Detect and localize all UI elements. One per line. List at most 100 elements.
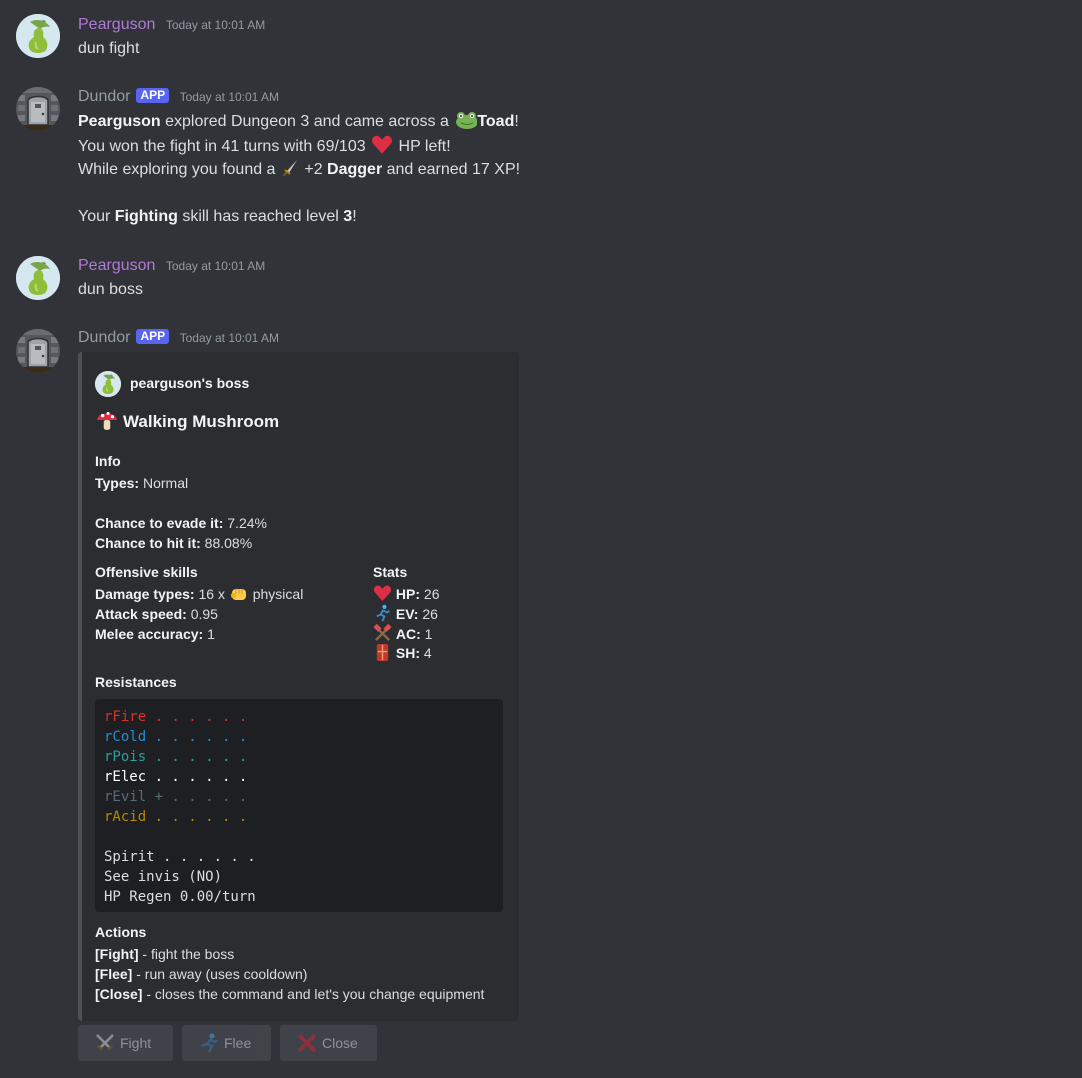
boss-name: Walking Mushroom <box>123 412 280 431</box>
monster-name: Toad <box>477 113 515 130</box>
door-avatar-icon[interactable] <box>16 329 60 373</box>
stats-header: Stats <box>373 562 407 582</box>
running-icon <box>201 1033 218 1053</box>
info-header: Info <box>95 451 121 471</box>
heart-icon <box>372 135 393 154</box>
value: 4 <box>420 645 432 661</box>
value: 1 <box>203 626 215 642</box>
author-name[interactable]: Dundor <box>78 329 130 346</box>
resistances-code-block: rFire . . . . . . rCold . . . . . . rPois … <box>95 699 503 912</box>
message: Pearguson Today at 10:01 AM dun fight <box>0 14 1082 64</box>
author-name[interactable]: Dundor <box>78 88 130 105</box>
text: +2 <box>299 161 328 178</box>
running-icon <box>376 604 390 622</box>
text: skill has reached level <box>177 208 344 225</box>
text: ! <box>352 208 357 225</box>
text: and earned 17 XP! <box>382 161 521 178</box>
pear-avatar-icon[interactable] <box>16 14 60 58</box>
label: SH: <box>395 645 421 661</box>
label: [Close] <box>95 986 143 1002</box>
label: HP: <box>395 586 421 602</box>
label: Melee accuracy: <box>95 626 204 642</box>
hit-row: Chance to hit it: 88.08% <box>95 533 252 553</box>
value: 16 x <box>194 586 229 602</box>
message-line: Pearguson explored Dungeon 3 and came ac… <box>78 110 519 132</box>
header-text: Stats <box>373 564 408 580</box>
label: Damage types: <box>95 586 195 602</box>
resist-evil: rEvil + . . . . . <box>104 789 248 805</box>
timestamp: Today at 10:01 AM <box>179 331 280 345</box>
header-text: Actions <box>95 924 147 940</box>
resistances-header: Resistances <box>95 672 177 692</box>
text: Your <box>78 208 115 225</box>
button-label: Close <box>322 1035 358 1051</box>
message-line: While exploring you found a +2 Dagger an… <box>78 158 520 180</box>
header-text: Info <box>95 453 121 469</box>
action-close-row: [Close] - closes the command and let's y… <box>95 984 484 1004</box>
accuracy-row: Melee accuracy: 1 <box>95 624 215 644</box>
label: Types: <box>95 475 140 491</box>
resist-elec: rElec . . . . . . <box>104 769 248 785</box>
text: While exploring you found a <box>78 161 280 178</box>
label: Chance to evade it: <box>95 515 224 531</box>
resist-cold: rCold . . . . . . <box>104 729 248 745</box>
value: - closes the command and let's you chang… <box>142 986 485 1002</box>
action-flee-row: [Flee] - run away (uses cooldown) <box>95 964 307 984</box>
fight-button[interactable]: Fight <box>78 1025 173 1061</box>
speed-row: Attack speed: 0.95 <box>95 604 218 624</box>
label: AC: <box>395 626 421 642</box>
stat-row-ac: AC: 1 <box>373 624 432 644</box>
stat-row-sh: SH: 4 <box>373 643 432 663</box>
pear-avatar-icon[interactable] <box>16 256 60 300</box>
value: 88.08% <box>200 535 253 551</box>
button-label: Fight <box>120 1035 152 1051</box>
value: 0.95 <box>186 606 218 622</box>
embed-author-name: pearguson's boss <box>130 375 250 391</box>
timestamp: Today at 10:01 AM <box>165 259 266 273</box>
offensive-header: Offensive skills <box>95 562 198 582</box>
value: 26 <box>418 606 438 622</box>
text: You won the fight in 41 turns with 69/10… <box>78 138 371 155</box>
frog-icon <box>456 112 478 129</box>
message-content: dun fight <box>78 40 140 57</box>
button-label: Flee <box>224 1035 252 1051</box>
value: - fight the boss <box>138 946 235 962</box>
flee-button[interactable]: Flee <box>182 1025 271 1061</box>
stat-row-hp: HP: 26 <box>373 584 439 604</box>
boss-embed: pearguson's boss Walking Mushroom Info T… <box>78 352 519 1021</box>
close-button[interactable]: Close <box>280 1025 377 1061</box>
player-name: Pearguson <box>78 113 161 130</box>
resist-fire: rFire . . . . . . <box>104 709 248 725</box>
author-name[interactable]: Pearguson <box>78 16 155 33</box>
text: explored Dungeon 3 and came across a <box>160 113 454 130</box>
dagger-icon <box>282 160 297 176</box>
author-name[interactable]: Pearguson <box>78 257 155 274</box>
value: 26 <box>420 586 440 602</box>
message-line: Your Fighting skill has reached level 3! <box>78 206 357 228</box>
timestamp: Today at 10:01 AM <box>165 18 266 32</box>
value: - run away (uses cooldown) <box>132 966 308 982</box>
label: Chance to hit it: <box>95 535 201 551</box>
resist-poison: rPois . . . . . . <box>104 749 248 765</box>
app-badge: APP <box>136 329 170 344</box>
crossed-hammers-icon <box>373 624 392 641</box>
types-row: Types: Normal <box>95 473 188 493</box>
mushroom-icon <box>97 411 117 430</box>
label: Attack speed: <box>95 606 187 622</box>
embed-title: Walking Mushroom <box>95 408 279 432</box>
embed-author: pearguson's boss <box>95 370 250 398</box>
timestamp: Today at 10:01 AM <box>179 90 280 104</box>
text: HP left! <box>394 138 451 155</box>
value: Normal <box>139 475 189 491</box>
fist-icon <box>230 589 246 600</box>
message: Pearguson Today at 10:01 AM dun boss <box>0 255 1082 305</box>
shield-icon <box>376 643 389 662</box>
pear-avatar-icon <box>95 371 121 398</box>
value: physical <box>248 586 304 602</box>
label: EV: <box>395 606 419 622</box>
action-fight-row: [Fight] - fight the boss <box>95 944 234 964</box>
door-avatar-icon[interactable] <box>16 87 60 131</box>
stat-row-ev: EV: 26 <box>373 604 438 624</box>
item-name: Dagger <box>327 161 383 178</box>
app-badge: APP <box>136 88 170 103</box>
